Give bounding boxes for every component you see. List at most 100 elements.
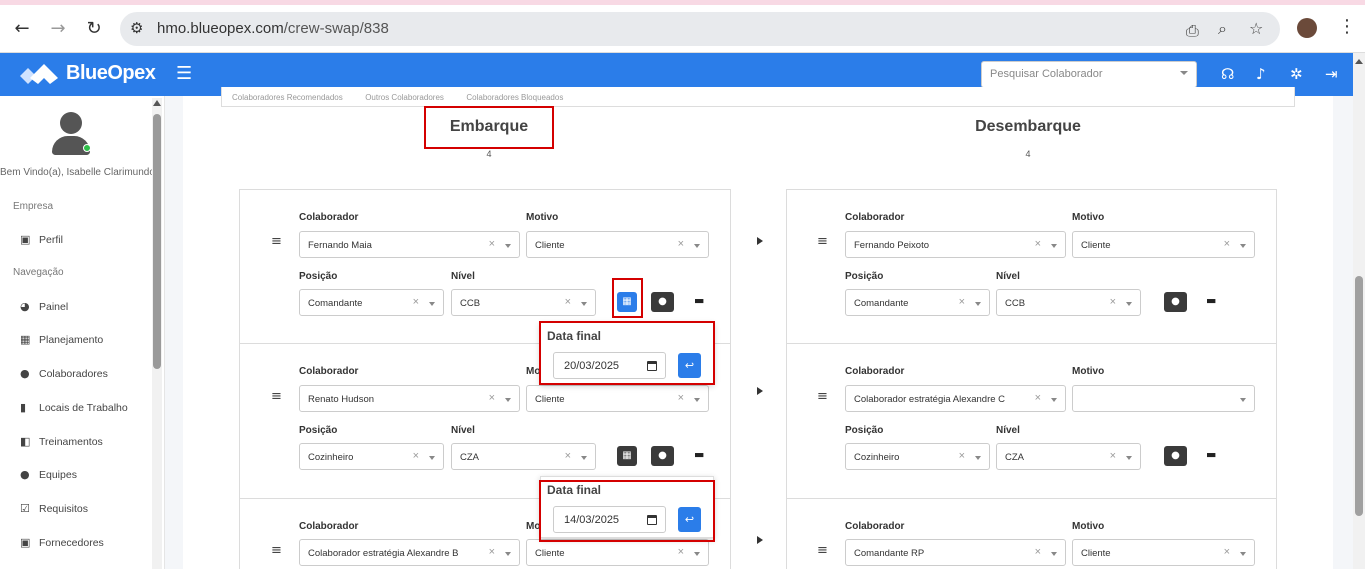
briefcase-icon: ▣ [20,536,31,549]
clear-icon[interactable]: × [1035,238,1041,250]
drag-handle-icon[interactable]: ≡ [817,543,828,558]
bell-icon[interactable]: ♪ [1256,65,1266,83]
gear-icon[interactable]: ✲ [1290,65,1303,83]
drag-handle-icon[interactable]: ≡ [817,389,828,404]
address-bar[interactable]: ⚙ hmo.blueopex.com/crew-swap/838 [120,12,1280,46]
comments-icon: ● [658,296,667,307]
drag-handle-icon[interactable]: ≡ [271,543,282,558]
nivel-select[interactable]: CCB × [996,289,1141,316]
clear-icon[interactable]: × [489,238,495,250]
profile-avatar[interactable] [1297,18,1317,38]
sidebar-item-fornecedores[interactable]: ▣ Fornecedores [20,536,104,554]
sidebar-item-painel[interactable]: ◕ Painel [20,300,68,318]
posicao-select[interactable]: Comandante × [845,289,990,316]
clear-icon[interactable]: × [565,296,571,308]
swap-arrow-icon[interactable] [757,536,763,544]
label-posicao: Posição [299,271,338,282]
posicao-select[interactable]: Comandante × [299,289,444,316]
search-collaborator-select[interactable]: Pesquisar Colaborador [981,61,1197,88]
clear-icon[interactable]: × [1110,296,1116,308]
bookmark-star-icon[interactable]: ☆ [1249,19,1263,38]
nivel-select[interactable]: CZA × [996,443,1141,470]
url-host: hmo.blueopex.com [157,20,284,37]
sidebar-scrollbar[interactable] [152,98,162,569]
tab-others[interactable]: Outros Colaboradores [365,93,444,102]
install-app-icon[interactable]: ⎙ [1186,21,1199,41]
sidebar-item-locais[interactable]: ▮ Locais de Trabalho [20,401,128,419]
sidebar-item-perfil[interactable]: ▣ Perfil [20,233,63,251]
clear-icon[interactable]: × [678,546,684,558]
trash-icon[interactable]: ▬ [694,294,704,307]
trash-icon[interactable]: ▬ [1206,448,1216,461]
colaborador-select[interactable]: Colaborador estratégia Alexandre C × [845,385,1066,412]
briefcase-icon: ▣ [20,233,31,246]
clear-icon[interactable]: × [489,392,495,404]
site-info-icon[interactable]: ⚙ [130,19,143,37]
colaborador-select[interactable]: Renato Hudson × [299,385,520,412]
back-icon[interactable]: ← [11,18,33,40]
clear-icon[interactable]: × [1224,546,1230,558]
posicao-select[interactable]: Cozinheiro × [299,443,444,470]
browser-menu-icon[interactable]: ⋮ [1338,16,1356,37]
brand-logo[interactable]: BlueOpex [20,62,156,85]
select-value: Comandante [854,298,909,309]
logout-icon[interactable]: ⇥ [1325,65,1338,83]
clear-icon[interactable]: × [959,296,965,308]
swap-arrow-icon[interactable] [757,237,763,245]
comment-button[interactable]: ● [651,446,674,466]
comment-button[interactable]: ● [1164,292,1187,312]
clear-icon[interactable]: × [959,450,965,462]
colaborador-select[interactable]: Fernando Peixoto × [845,231,1066,258]
motivo-select[interactable]: Cliente × [526,231,709,258]
calendar-icon: ▦ [622,450,632,461]
calendar-button[interactable]: ▦ [617,446,637,466]
drag-handle-icon[interactable]: ≡ [817,234,828,249]
menu-toggle-icon[interactable]: ☰ [176,63,192,84]
swap-arrow-icon[interactable] [757,387,763,395]
clear-icon[interactable]: × [1035,546,1041,558]
forward-icon[interactable]: → [47,18,69,40]
clear-icon[interactable]: × [1035,392,1041,404]
motivo-select[interactable]: Cliente × [1072,539,1255,566]
motivo-select[interactable]: Cliente × [1072,231,1255,258]
clear-icon[interactable]: × [413,296,419,308]
tab-blocked[interactable]: Colaboradores Bloqueados [466,93,563,102]
clear-icon[interactable]: × [1224,238,1230,250]
clear-icon[interactable]: × [413,450,419,462]
posicao-select[interactable]: Cozinheiro × [845,443,990,470]
comment-button[interactable]: ● [651,292,674,312]
trash-icon[interactable]: ▬ [694,448,704,461]
sidebar-item-requisitos[interactable]: ☑ Requisitos [20,502,88,520]
label-motivo: Motivo [1072,212,1105,223]
clear-icon[interactable]: × [489,546,495,558]
comment-button[interactable]: ● [1164,446,1187,466]
nivel-select[interactable]: CCB × [451,289,596,316]
colaborador-select[interactable]: Colaborador estratégia Alexandre B × [299,539,520,566]
colaborador-select[interactable]: Fernando Maia × [299,231,520,258]
sidebar-item-equipes[interactable]: ● Equipes [20,468,77,486]
drag-handle-icon[interactable]: ≡ [271,234,282,249]
clear-icon[interactable]: × [678,392,684,404]
clear-icon[interactable]: × [1110,450,1116,462]
label-motivo: Motivo [1072,366,1105,377]
drag-handle-icon[interactable]: ≡ [271,389,282,404]
motivo-select[interactable]: Cliente × [526,539,709,566]
zoom-icon[interactable]: ⌕ [1218,19,1227,39]
motivo-select[interactable] [1072,385,1255,412]
main-scrollbar[interactable] [1353,53,1365,569]
sidebar-item-planejamento[interactable]: ▦ Planejamento [20,333,103,351]
headset-icon[interactable]: ☊ [1221,65,1234,83]
motivo-select[interactable]: Cliente × [526,385,709,412]
clear-icon[interactable]: × [678,238,684,250]
colaborador-select[interactable]: Comandante RP × [845,539,1066,566]
search-placeholder: Pesquisar Colaborador [990,68,1103,80]
clear-icon[interactable]: × [565,450,571,462]
nivel-select[interactable]: CZA × [451,443,596,470]
sidebar-item-colaboradores[interactable]: ● Colaboradores [20,367,108,385]
reload-icon[interactable]: ↻ [83,18,105,40]
brand-logo-icon [20,63,58,84]
trash-icon[interactable]: ▬ [1206,294,1216,307]
tab-recommended[interactable]: Colaboradores Recomendados [232,93,343,102]
sidebar-item-treinamentos[interactable]: ◧ Treinamentos [20,435,103,453]
chevron-down-icon [694,552,700,556]
